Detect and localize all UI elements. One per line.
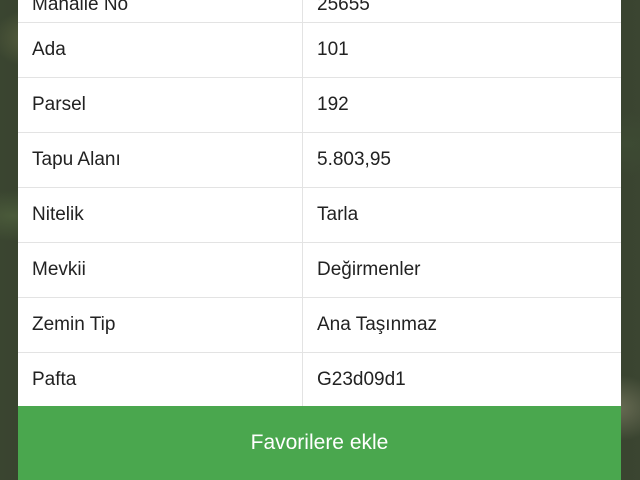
row-key: Mahalle No: [18, 0, 303, 22]
row-value: Tarla: [317, 204, 359, 225]
table-row: Mevkii Değirmenler: [18, 243, 621, 298]
table-row: Parsel 192: [18, 78, 621, 133]
table-row: Ada 101: [18, 23, 621, 78]
row-key: Tapu Alanı: [18, 133, 303, 187]
parcel-info-table: Mahalle No 25655 Ada 101 Parsel 192 Tapu…: [18, 0, 621, 408]
table-row: Mahalle No 25655: [18, 0, 621, 23]
row-value: G23d09d1: [317, 369, 406, 390]
row-key: Pafta: [18, 353, 303, 407]
row-value: 101: [317, 39, 349, 60]
table-row: Tapu Alanı 5.803,95: [18, 133, 621, 188]
row-key: Ada: [18, 23, 303, 77]
row-key: Zemin Tip: [18, 298, 303, 352]
row-value: Ana Taşınmaz: [317, 314, 438, 335]
add-to-favorites-button[interactable]: Favorilere ekle: [18, 406, 621, 480]
table-row: Zemin Tip Ana Taşınmaz: [18, 298, 621, 353]
row-key: Parsel: [18, 78, 303, 132]
row-value: 25655: [317, 0, 370, 15]
row-value: 192: [317, 94, 349, 115]
row-value: 5.803,95: [317, 149, 391, 170]
row-key: Nitelik: [18, 188, 303, 242]
table-row: Pafta G23d09d1: [18, 353, 621, 408]
table-row: Nitelik Tarla: [18, 188, 621, 243]
row-value: Değirmenler: [317, 259, 421, 280]
row-key: Mevkii: [18, 243, 303, 297]
add-to-favorites-label: Favorilere ekle: [250, 431, 389, 454]
